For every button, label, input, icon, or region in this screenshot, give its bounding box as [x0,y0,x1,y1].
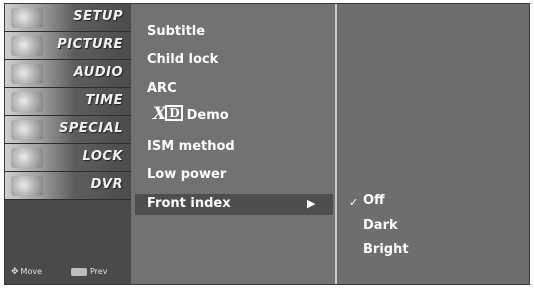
menu-item-child-lock[interactable]: Child lock [147,52,218,67]
category-sidebar: SETUP PICTURE AUDIO TIME SPECIAL LOCK DV… [5,4,131,284]
navigation-hints: ✥ Move Prev [11,266,127,280]
menu-item-arc[interactable]: ARC [147,81,177,96]
menu-item-label: Front index [147,196,231,211]
osd-menu-window: SETUP PICTURE AUDIO TIME SPECIAL LOCK DV… [4,3,530,285]
sidebar-item-audio[interactable]: AUDIO [5,60,131,88]
sidebar-item-setup[interactable]: SETUP [5,4,131,32]
submenu-arrow-icon: ▶ [307,197,316,210]
menu-item-front-index[interactable]: Front index ▶ [135,194,333,215]
sidebar-item-lock[interactable]: LOCK [5,144,131,172]
special-icon [11,120,43,140]
sidebar-item-label: TIME [85,93,123,108]
sidebar-item-label: DVR [90,177,123,192]
move-hint: ✥ Move [11,267,42,277]
sidebar-item-label: SPECIAL [59,121,123,136]
menu-item-label: Demo [186,108,229,123]
menu-item-ism-method[interactable]: ISM method [147,139,235,154]
prev-hint: Prev [71,267,107,276]
xd-logo: XD [153,104,183,124]
time-icon [11,92,43,112]
sidebar-item-label: SETUP [73,9,123,24]
sidebar-item-picture[interactable]: PICTURE [5,32,131,60]
move-arrows-icon: ✥ [11,267,19,277]
sidebar-item-label: LOCK [82,149,123,164]
menu-item-subtitle[interactable]: Subtitle [147,24,205,39]
menu-item-low-power[interactable]: Low power [147,167,226,182]
sidebar-item-label: PICTURE [57,37,123,52]
sidebar-item-label: AUDIO [73,65,123,80]
option-bright[interactable]: Bright [363,242,409,257]
dvr-icon [11,176,43,196]
picture-icon [11,36,43,56]
sidebar-item-special[interactable]: SPECIAL [5,116,131,144]
lock-icon [11,148,43,168]
menu-item-xd-demo[interactable]: X D Demo [153,104,229,124]
option-off[interactable]: Off [363,193,385,208]
menu-button-icon [71,267,87,276]
option-dark[interactable]: Dark [363,218,398,233]
move-hint-label: Move [20,267,42,276]
audio-icon [11,64,43,84]
front-index-options: ✓ Off Dark Bright [337,4,529,284]
setup-icon [11,8,43,28]
sidebar-item-time[interactable]: TIME [5,88,131,116]
special-menu-list: Subtitle Child lock ARC X D Demo ISM metho… [131,4,337,284]
checkmark-icon: ✓ [349,196,359,209]
prev-hint-label: Prev [90,267,108,276]
sidebar-item-dvr[interactable]: DVR [5,172,131,200]
